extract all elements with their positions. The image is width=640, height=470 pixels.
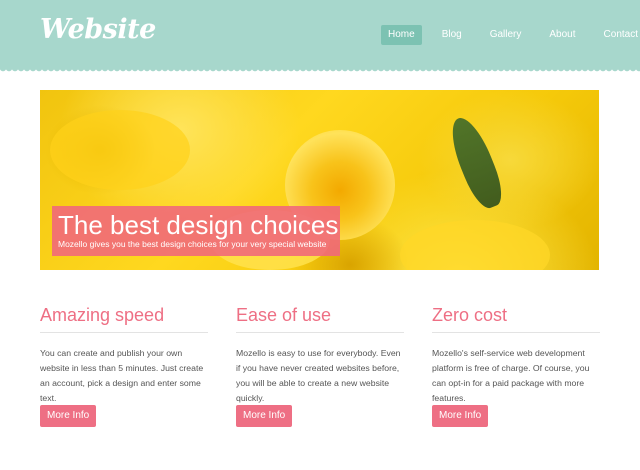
feature-text-line: You can create and publish your own: [40, 348, 183, 358]
feature-text-line: website in less than 5 minutes. Just cre…: [40, 363, 204, 373]
hero-daffodil-petal: [50, 110, 190, 190]
nav-blog[interactable]: Blog: [434, 25, 470, 45]
nav-gallery[interactable]: Gallery: [482, 25, 530, 45]
main-nav: Home Blog Gallery About Contact: [381, 25, 640, 45]
hero-leaf: [443, 112, 509, 213]
feature-column-ease: Ease of use Mozello is easy to use for e…: [236, 305, 404, 427]
feature-column-speed: Amazing speed You can create and publish…: [40, 305, 208, 427]
feature-title: Amazing speed: [40, 305, 208, 333]
site-header: Website Home Blog Gallery About Contact: [0, 0, 640, 68]
feature-text-line: Mozello is easy to use for everybody. Ev…: [236, 348, 401, 358]
feature-title: Ease of use: [236, 305, 404, 333]
feature-title: Zero cost: [432, 305, 600, 333]
feature-text-line: Mozello's self-service web development: [432, 348, 585, 358]
feature-text-line: can opt-in for a paid package with more: [432, 378, 585, 388]
more-info-button[interactable]: More Info: [40, 405, 97, 427]
feature-column-cost: Zero cost Mozello's self-service web dev…: [432, 305, 600, 427]
hero-subtitle: Mozello gives you the best design choice…: [58, 239, 327, 249]
more-info-button[interactable]: More Info: [432, 405, 489, 427]
site-logo[interactable]: Website: [40, 14, 156, 45]
feature-text: Mozello is easy to use for everybody. Ev…: [236, 346, 404, 406]
feature-text-line: platform is free of charge. Of course, y…: [432, 363, 590, 373]
hero-daffodil-petal: [400, 220, 550, 270]
nav-about[interactable]: About: [541, 25, 583, 45]
feature-text-line: an account, pick a design and enter some: [40, 378, 201, 388]
nav-contact[interactable]: Contact: [596, 25, 640, 45]
hero-caption-box: The best design choices Mozello gives yo…: [52, 206, 340, 256]
feature-text: Mozello's self-service web development p…: [432, 346, 600, 406]
feature-text: You can create and publish your own webs…: [40, 346, 208, 406]
feature-text-line: quickly.: [236, 393, 265, 403]
feature-text-line: if you have never created websites befor…: [236, 363, 400, 373]
hero-title: The best design choices: [58, 210, 339, 240]
more-info-button[interactable]: More Info: [236, 405, 293, 427]
feature-text-line: text.: [40, 393, 57, 403]
header-scalloped-edge: [0, 68, 640, 74]
feature-text-line: features.: [432, 393, 466, 403]
feature-text-line: you will be able to create a new website: [236, 378, 390, 388]
nav-home[interactable]: Home: [381, 25, 422, 45]
